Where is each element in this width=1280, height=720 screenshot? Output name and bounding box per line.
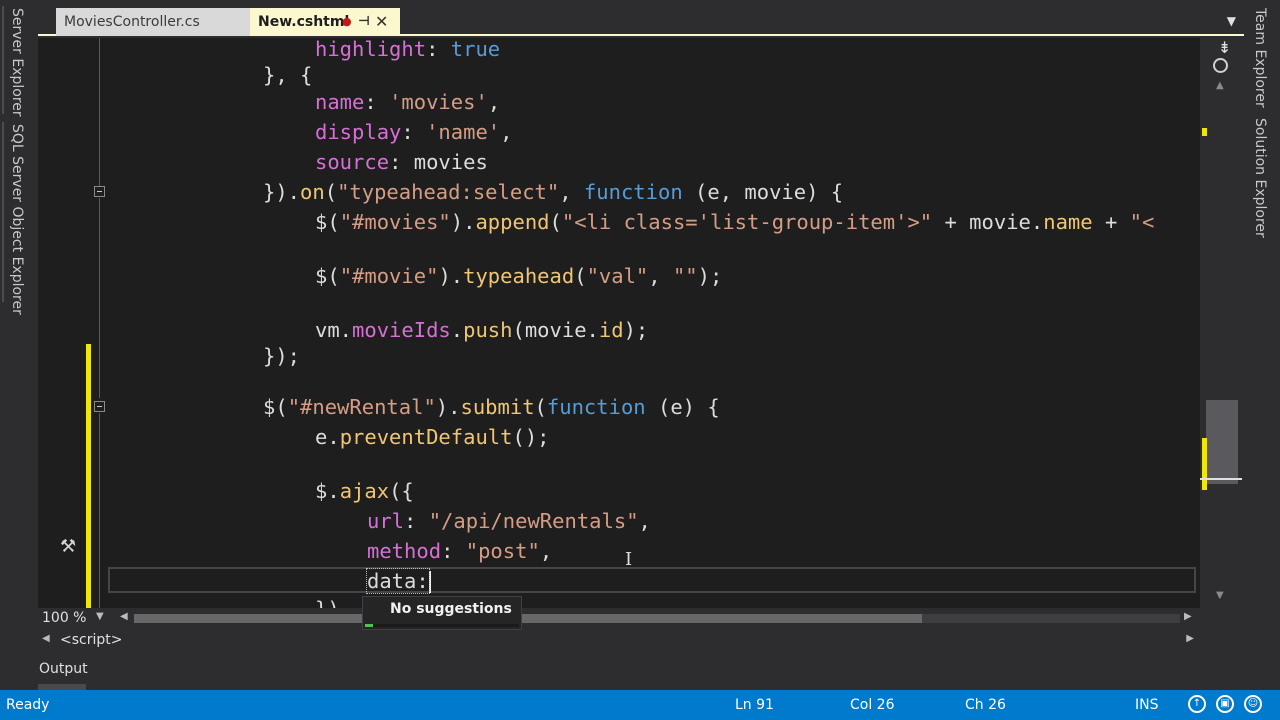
scroll-down-arrow-icon[interactable]: ▼ — [1216, 590, 1224, 601]
text-caret — [428, 571, 431, 593]
zoom-level[interactable]: 100 % — [42, 610, 86, 626]
scroll-left-arrow-icon[interactable]: ◀ — [120, 611, 128, 622]
document-tab-bar: MoviesController.cs New.cshtml ● ⊣ ✕ ▼ — [38, 0, 1244, 36]
scroll-change-marker-2 — [1202, 438, 1207, 490]
close-icon[interactable]: ✕ — [375, 8, 388, 36]
status-line: Ln 91 — [735, 697, 774, 713]
scroll-up-arrow-icon[interactable]: ▲ — [1216, 80, 1224, 91]
navigation-bar: ◀ <script> ▶ — [38, 630, 1200, 652]
unsaved-dot-icon: ● — [342, 15, 352, 28]
tab-dropdown-icon[interactable]: ▼ — [1227, 14, 1236, 28]
editor-margin: ⚒ — [38, 38, 108, 608]
vertical-scrollbar[interactable]: ⇟ ▲ ▼ — [1200, 38, 1244, 608]
split-window-icon[interactable]: ⇟ — [1218, 38, 1231, 57]
tab-new-cshtml-label: New.cshtml — [258, 14, 350, 30]
tooltip-progress-fill — [365, 624, 373, 627]
code-line: url: "/api/newRentals", — [367, 509, 651, 533]
status-column: Col 26 — [850, 697, 895, 713]
horizontal-scroll-track[interactable] — [134, 614, 1180, 623]
server-explorer-tab[interactable]: Server Explorer — [9, 8, 25, 117]
tab-new-cshtml[interactable]: New.cshtml ● ⊣ ✕ — [250, 8, 400, 36]
code-editor[interactable]: ⚒ highlight: true }, { name: 'movies', d… — [38, 38, 1200, 608]
status-ready: Ready — [6, 697, 50, 713]
code-line-current: data: — [366, 566, 431, 596]
code-line: }, { — [263, 63, 313, 87]
solution-explorer-tab[interactable]: Solution Explorer — [1252, 118, 1268, 238]
clock-icon[interactable] — [1213, 58, 1228, 73]
outline-guide-3 — [99, 413, 100, 608]
tab-moviescontroller-label: MoviesController.cs — [64, 14, 200, 30]
pin-icon[interactable]: ⊣ — [358, 8, 370, 36]
horizontal-scroll-bar: 100 % ▼ ◀ ▶ — [38, 608, 1200, 630]
tooltip-progress — [365, 624, 519, 627]
collapse-toggle-1[interactable] — [94, 186, 105, 197]
code-line: $("#movie").typeahead("val", ""); — [315, 264, 723, 288]
horizontal-scroll-thumb[interactable] — [134, 614, 922, 623]
left-strip-divider-2 — [2, 122, 4, 302]
team-explorer-tab[interactable]: Team Explorer — [1252, 8, 1268, 108]
outline-guide — [99, 38, 100, 186]
code-line: vm.movieIds.push(movie.id); — [315, 318, 649, 342]
vertical-scroll-thumb[interactable] — [1206, 400, 1238, 484]
tab-moviescontroller[interactable]: MoviesController.cs — [56, 8, 268, 36]
status-char: Ch 26 — [965, 697, 1006, 713]
right-tool-strip: Team Explorer Solution Explorer — [1244, 0, 1280, 690]
current-input-text[interactable]: data: — [366, 568, 430, 594]
output-panel: Output — [38, 652, 1200, 690]
current-line-highlight — [108, 567, 1196, 593]
tooltip-message: No suggestions — [390, 601, 512, 617]
visual-studio-window: Server Explorer SQL Server Object Explor… — [0, 0, 1280, 720]
code-line: $.ajax({ — [315, 479, 414, 503]
scroll-caret-indicator — [1200, 478, 1242, 480]
code-line: }) — [315, 594, 340, 608]
left-strip-divider — [2, 6, 4, 114]
collapse-toggle-2[interactable] — [94, 401, 105, 412]
left-tool-strip: Server Explorer SQL Server Object Explor… — [0, 0, 38, 690]
code-line: $("#newRental").submit(function (e) { — [263, 395, 720, 419]
nav-context-label[interactable]: <script> — [60, 632, 122, 648]
code-line: highlight: true — [315, 38, 501, 61]
code-line: e.preventDefault(); — [315, 425, 550, 449]
status-insert-mode[interactable]: INS — [1135, 697, 1159, 713]
code-line: name: 'movies', — [315, 90, 501, 114]
nav-right-arrow-icon[interactable]: ▶ — [1186, 633, 1194, 644]
sql-server-object-explorer-tab[interactable]: SQL Server Object Explorer — [9, 124, 25, 315]
output-panel-title[interactable]: Output — [39, 661, 88, 677]
code-line: method: "post", — [367, 539, 553, 563]
nav-left-arrow-icon[interactable]: ◀ — [42, 633, 50, 644]
mouse-ibeam-cursor-icon: I — [625, 549, 633, 570]
code-line: source: movies — [315, 150, 488, 174]
intellisense-tooltip: No suggestions — [362, 596, 522, 630]
feedback-icon[interactable]: ☺ — [1244, 695, 1262, 713]
code-line: display: 'name', — [315, 120, 513, 144]
code-line: $("#movies").append("<li class='list-gro… — [315, 210, 1155, 234]
scroll-right-arrow-icon[interactable]: ▶ — [1184, 611, 1192, 622]
outline-guide-2 — [99, 198, 100, 398]
code-line: }); — [263, 344, 301, 368]
zoom-dropdown-icon[interactable]: ▼ — [96, 611, 104, 622]
notifications-icon[interactable]: ▣ — [1216, 695, 1234, 713]
status-bar: Ready Ln 91 Col 26 Ch 26 INS ↑ ▣ ☺ — [0, 690, 1280, 720]
change-marker-bar — [86, 344, 91, 608]
publish-up-icon[interactable]: ↑ — [1188, 695, 1206, 713]
quick-actions-hammer-icon[interactable]: ⚒ — [60, 536, 76, 557]
code-line: }).on("typeahead:select", function (e, m… — [263, 180, 844, 204]
scroll-change-marker — [1202, 128, 1207, 136]
